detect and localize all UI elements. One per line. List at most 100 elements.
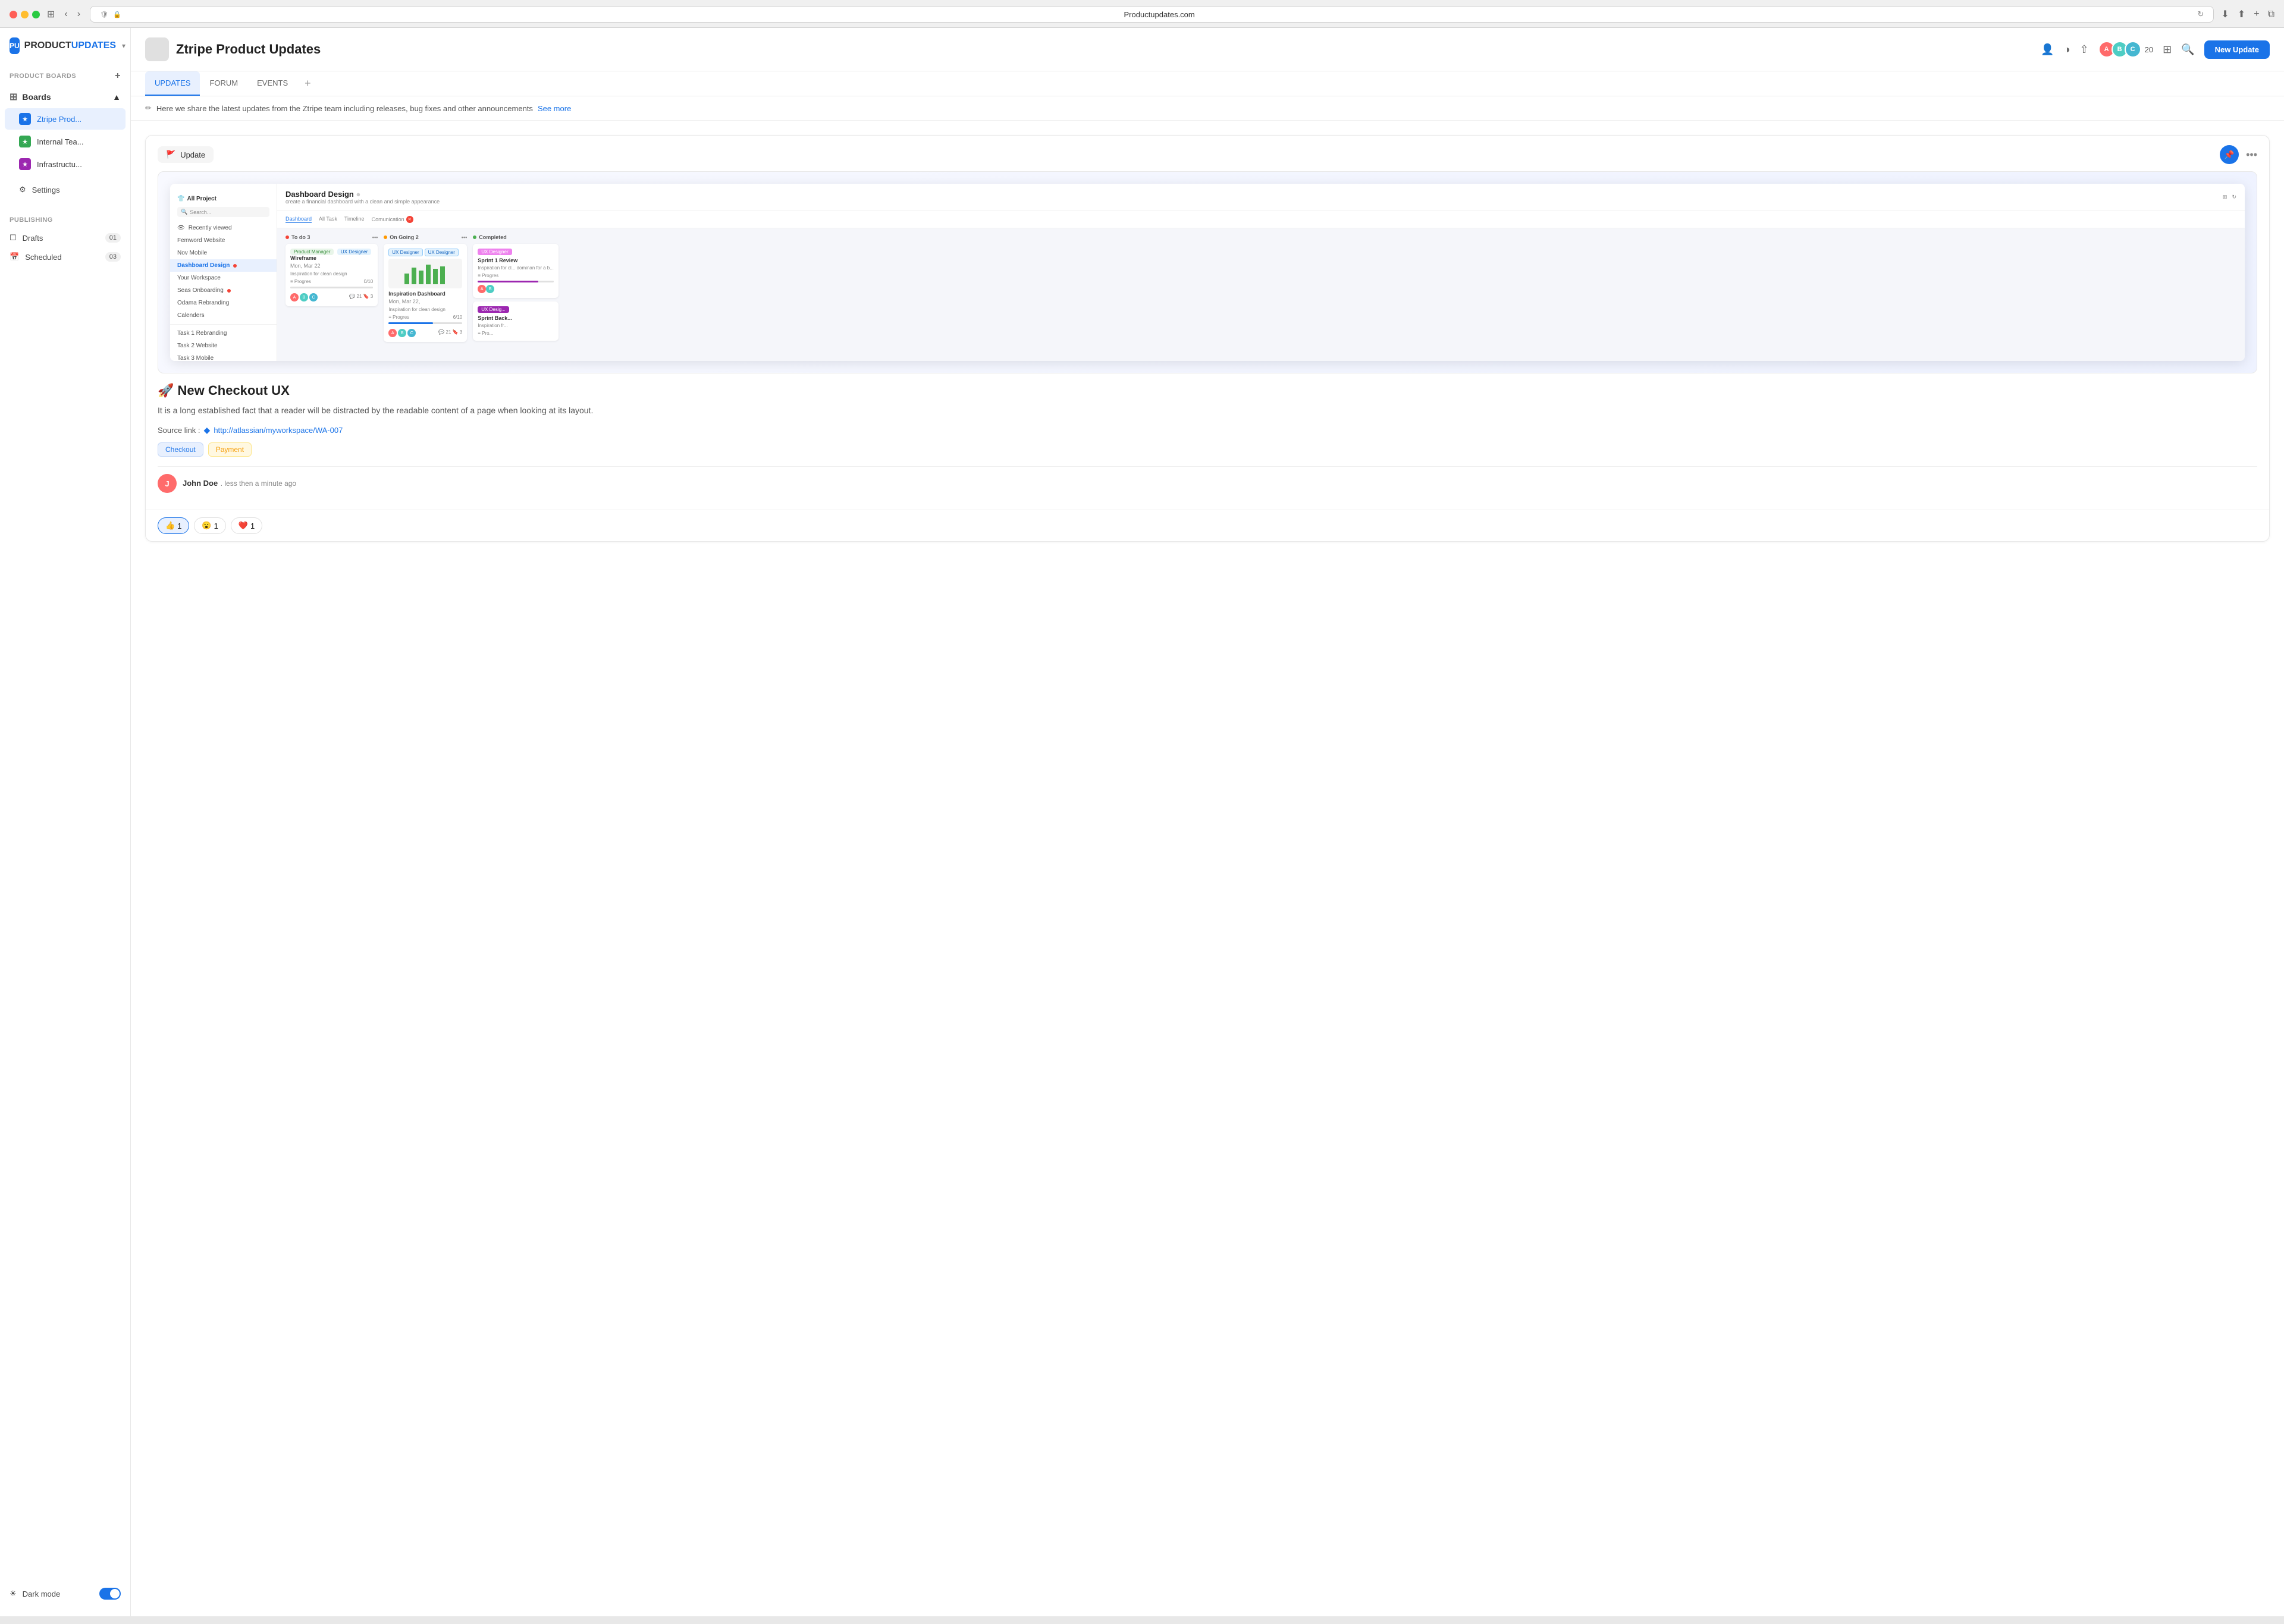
- preview-sidebar: 👕 All Project 🔍 Search... 👁 Recently vie…: [170, 184, 277, 361]
- preview-col-completed-header: Completed: [473, 234, 559, 240]
- tag-payment[interactable]: Payment: [208, 442, 252, 457]
- pencil-icon: ✏: [145, 103, 152, 113]
- completed-dot: [473, 235, 476, 239]
- dark-mode-toggle[interactable]: ☀ Dark mode: [0, 1581, 130, 1607]
- lock-icon: 🔒: [113, 11, 121, 18]
- sidebar-toggle-icon[interactable]: ⊞: [47, 8, 55, 20]
- sidebar-item-settings[interactable]: ⚙ Settings: [5, 180, 126, 199]
- pin-button[interactable]: 📌: [2220, 145, 2239, 164]
- preview-tag-ux2: UX Designer: [388, 249, 422, 256]
- preview-board: To do 3 ••• Product Manager UX Designer …: [277, 228, 2245, 351]
- browser-actions: ⬇ ⬆ + ⧉: [2221, 8, 2274, 20]
- page-title: Ztripe Product Updates: [176, 42, 2041, 57]
- preview-card-sprint-back: UX Desig... Sprint Back... Inspiration f…: [473, 301, 559, 341]
- sidebar-item-ztripe-prod[interactable]: ★ Ztripe Prod...: [5, 108, 126, 130]
- sidebar-item-drafts[interactable]: ☐ Drafts 01: [0, 228, 130, 247]
- drafts-badge: 01: [105, 233, 121, 243]
- scheduled-badge: 03: [105, 252, 121, 262]
- preview-sprint1-fill: [478, 281, 538, 282]
- commenter-avatar: J: [158, 474, 177, 493]
- preview-column-ongoing: On Going 2 ••• UX Designer UX Designer: [384, 234, 467, 345]
- preview-inner: 👕 All Project 🔍 Search... 👁 Recently vie…: [170, 184, 2245, 361]
- minimize-button[interactable]: [21, 11, 29, 18]
- sidebar-item-internal-tea[interactable]: ★ Internal Tea...: [5, 131, 126, 152]
- logo-text-prefix: PRODUCT: [24, 40, 71, 51]
- reaction-heart[interactable]: ❤️ 1: [231, 517, 262, 534]
- post-body: 🚀 New Checkout UX It is a long establish…: [146, 383, 2269, 510]
- mini-avatar-1: A: [290, 293, 299, 301]
- reload-icon[interactable]: ↻: [2198, 10, 2204, 19]
- preview-avatar-row: A B C: [290, 293, 318, 301]
- filter-icon[interactable]: ⊞: [2163, 43, 2172, 56]
- comment-row: J John Doe . less then a minute ago: [158, 466, 2257, 500]
- ztripe-prod-icon: ★: [19, 113, 31, 125]
- mini-avatar-8: B: [486, 285, 494, 293]
- sidebar-item-internal-label: Internal Tea...: [37, 137, 84, 146]
- preview-sprint-back-progress: ≡ Pro...: [478, 331, 493, 336]
- wow-emoji: 😮: [202, 521, 211, 530]
- tab-events[interactable]: EVENTS: [247, 71, 297, 96]
- tabs-icon[interactable]: ⧉: [2268, 9, 2274, 20]
- preview-card-wireframe-desc: Inspiration for clean design: [290, 271, 373, 277]
- sidebar-logo[interactable]: PU PRODUCTUPDATES ▾: [0, 37, 130, 66]
- preview-nov-label: Nov Mobile: [177, 250, 207, 256]
- preview-search-icon: 🔍: [181, 209, 187, 215]
- close-button[interactable]: [10, 11, 17, 18]
- sidebar-item-infrastructure[interactable]: ★ Infrastructu...: [5, 153, 126, 175]
- boards-group[interactable]: ⊞ Boards ▲: [0, 86, 130, 108]
- add-board-button[interactable]: +: [115, 71, 121, 81]
- preview-card-inspiration: UX Designer UX Designer: [384, 244, 467, 342]
- tab-updates[interactable]: UPDATES: [145, 71, 200, 96]
- tab-forum[interactable]: FORUM: [200, 71, 247, 96]
- more-options-button[interactable]: •••: [2246, 149, 2257, 161]
- share-header-icon[interactable]: ⇧: [2080, 43, 2089, 56]
- preview-column-completed: Completed UX Designer Sprint 1 Review In…: [473, 234, 559, 345]
- preview-sprint1-desc: Inspiration for cl... dominan for a b...: [478, 265, 554, 271]
- reaction-wow[interactable]: 😮 1: [194, 517, 225, 534]
- preview-workspace-label: Your Workspace: [177, 275, 221, 281]
- todo-dot: [286, 235, 289, 239]
- theme-icon[interactable]: ◑: [2064, 43, 2070, 56]
- sidebar-item-ztripe-label: Ztripe Prod...: [37, 115, 81, 124]
- share-icon[interactable]: ⬆: [2238, 8, 2245, 20]
- preview-progress-value: 0/10: [364, 279, 374, 284]
- post-type-emoji: 🚩: [166, 150, 175, 159]
- settings-icon: ⚙: [19, 185, 26, 194]
- new-update-button[interactable]: New Update: [2204, 40, 2270, 59]
- preview-task1: Task 1 Rebranding: [170, 327, 277, 340]
- tag-checkout[interactable]: Checkout: [158, 442, 203, 457]
- download-icon[interactable]: ⬇: [2221, 8, 2229, 20]
- ongoing-dot: [384, 235, 387, 239]
- traffic-lights: [10, 11, 40, 18]
- new-tab-icon[interactable]: +: [2254, 9, 2259, 20]
- user-icon[interactable]: 👤: [2041, 43, 2054, 56]
- preview-tag-ux4: UX Desig...: [478, 306, 509, 313]
- dark-mode-switch[interactable]: [99, 1588, 121, 1600]
- preview-col-ongoing-header: On Going 2 •••: [384, 234, 467, 240]
- reaction-thumbsup[interactable]: 👍 1: [158, 517, 189, 534]
- preview-sprint1-bar: [478, 281, 554, 282]
- app-container: PU PRODUCTUPDATES ▾ PRODUCT BOARDS + ⊞ B…: [0, 28, 2284, 1616]
- search-icon[interactable]: 🔍: [2181, 43, 2194, 56]
- preview-task3: Task 3 Mobile: [170, 352, 277, 361]
- diamond-icon: ◆: [204, 425, 211, 435]
- maximize-button[interactable]: [32, 11, 40, 18]
- see-more-link[interactable]: See more: [538, 104, 571, 113]
- url-display[interactable]: Productupdates.com: [126, 10, 2193, 19]
- scheduled-icon: 📅: [10, 252, 19, 262]
- sidebar-item-scheduled[interactable]: 📅 Scheduled 03: [0, 247, 130, 266]
- post-actions: 📌 •••: [2220, 145, 2257, 164]
- preview-main-subtitle: create a financial dashboard with a clea…: [286, 199, 440, 205]
- address-bar[interactable]: 🛡 🔒 Productupdates.com ↻: [90, 6, 2214, 23]
- forward-button[interactable]: ›: [75, 8, 83, 21]
- commenter-name: John Doe: [183, 479, 218, 488]
- add-tab-button[interactable]: +: [297, 73, 318, 95]
- preview-tag-ux-designer: UX Designer: [478, 249, 512, 255]
- back-button[interactable]: ‹: [62, 8, 70, 21]
- preview-odama: Odama Rebranding: [170, 297, 277, 309]
- boards-group-label: Boards: [22, 92, 51, 102]
- post-body-text: It is a long established fact that a rea…: [158, 404, 2257, 417]
- preview-odama-label: Odama Rebranding: [177, 300, 229, 306]
- scheduled-label: Scheduled: [25, 253, 61, 262]
- source-url[interactable]: http://atlassian/myworkspace/WA-007: [214, 426, 343, 435]
